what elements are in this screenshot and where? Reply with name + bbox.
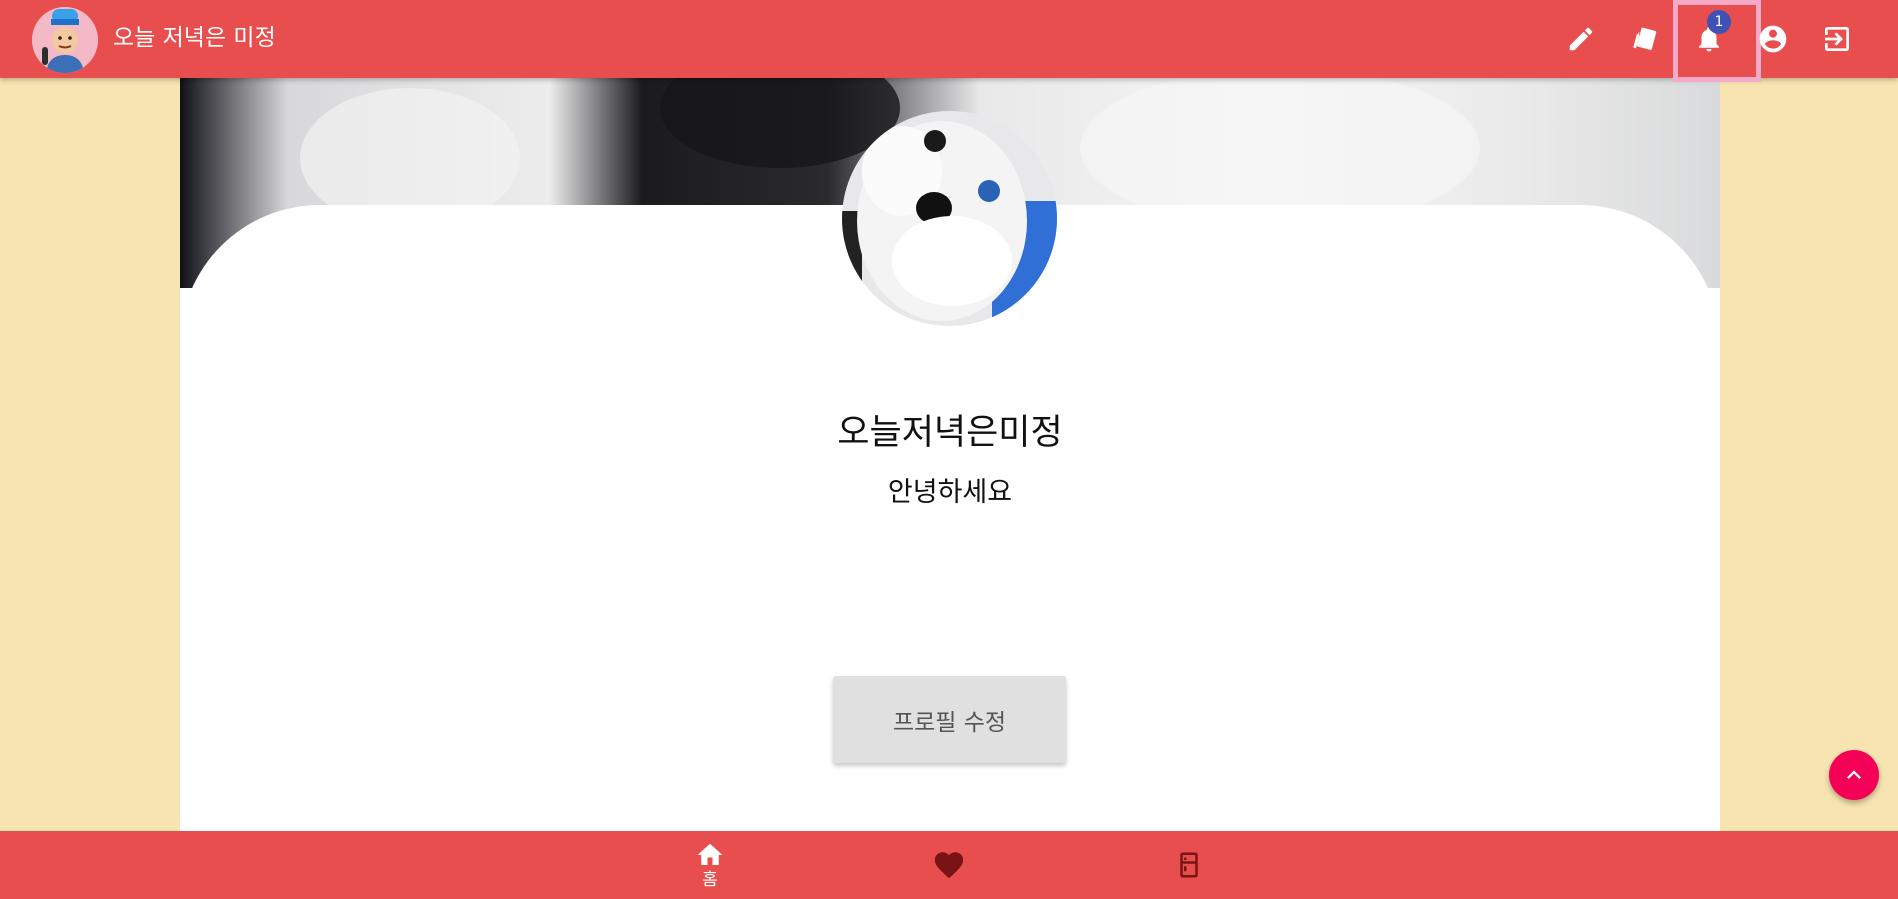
profile-button[interactable] — [1749, 15, 1797, 63]
nav-home-label: 홈 — [702, 870, 718, 890]
heart-icon — [934, 852, 964, 879]
chevron-up-icon — [1847, 770, 1861, 779]
edit-profile-button[interactable]: 프로필 수정 — [833, 676, 1066, 763]
bottom-navigation: 홈 — [0, 831, 1898, 899]
logout-icon — [1825, 27, 1849, 51]
app-logo[interactable] — [32, 7, 98, 73]
fridge-icon — [1180, 852, 1198, 878]
pencil-icon — [1569, 27, 1593, 51]
account-circle-icon — [1759, 25, 1787, 53]
notification-badge: 1 — [1707, 10, 1731, 34]
recipes-button[interactable] — [1621, 15, 1669, 63]
app-title[interactable]: 오늘 저녁은 미정 — [113, 22, 276, 54]
profile-bio: 안녕하세요 — [887, 477, 1013, 508]
scroll-to-top-button[interactable] — [1829, 750, 1879, 800]
profile-nickname: 오늘저녁은미정 — [837, 413, 1063, 453]
home-icon — [697, 843, 723, 865]
nav-favorites[interactable] — [889, 831, 1009, 899]
nav-home[interactable]: 홈 — [650, 831, 770, 899]
dog-photo — [842, 111, 1057, 326]
write-button[interactable] — [1557, 15, 1605, 63]
cards-icon — [1633, 27, 1657, 50]
notifications-button[interactable]: 1 — [1685, 10, 1733, 63]
nav-fridge[interactable] — [1129, 831, 1249, 899]
logout-button[interactable] — [1813, 15, 1861, 63]
chef-logo-icon — [32, 7, 98, 73]
profile-page: 오늘저녁은미정 안녕하세요 프로필 수정 — [180, 78, 1720, 831]
top-app-bar: 오늘 저녁은 미정 1 — [0, 0, 1898, 82]
profile-avatar — [842, 111, 1057, 326]
